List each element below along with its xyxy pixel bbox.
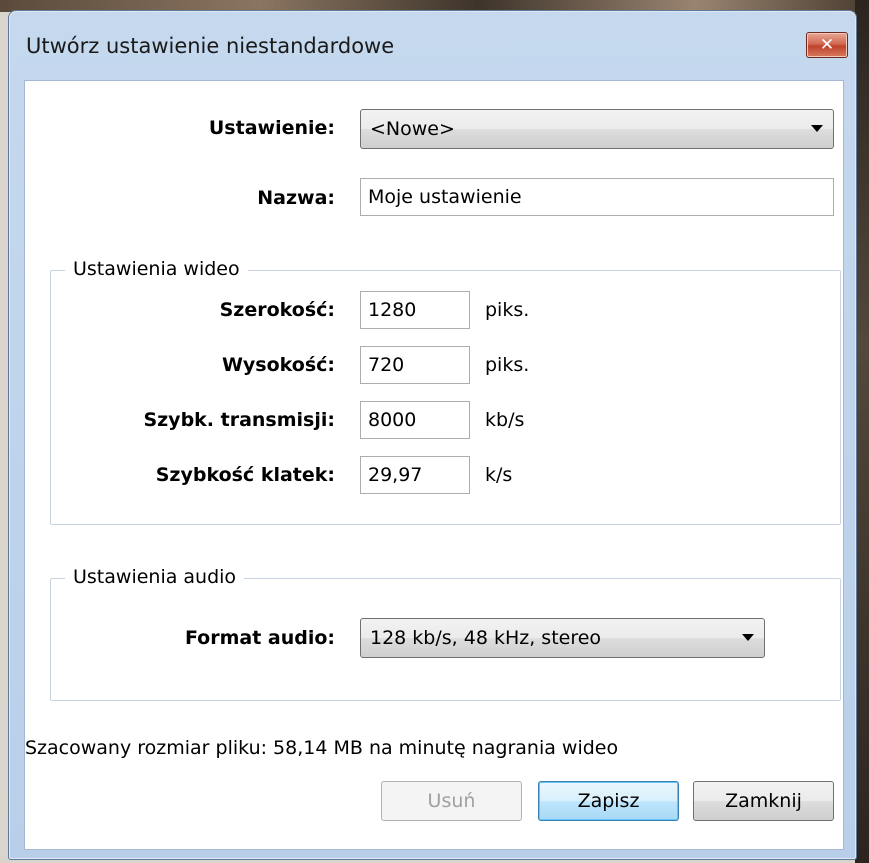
name-input[interactable]: Moje ustawienie (360, 178, 834, 216)
width-unit: piks. (485, 299, 530, 321)
name-label: Nazwa: (257, 187, 335, 209)
chevron-down-icon (742, 634, 754, 641)
delete-button[interactable]: Usuń (381, 781, 522, 821)
video-settings-title: Ustawienia wideo (65, 258, 248, 280)
height-label: Wysokość: (221, 354, 335, 376)
file-size-estimate: Szacowany rozmiar pliku: 58,14 MB na min… (25, 737, 619, 759)
framerate-label: Szybkość klatek: (155, 464, 335, 486)
close-window-button[interactable]: ✕ (806, 32, 848, 58)
close-icon: ✕ (819, 35, 835, 55)
dialog-title: Utwórz ustawienie niestandardowe (26, 34, 395, 58)
background-desktop-edge (855, 0, 869, 863)
height-input[interactable]: 720 (360, 346, 470, 384)
preset-dropdown[interactable]: <Nowe> (360, 109, 834, 149)
framerate-unit: k/s (485, 464, 513, 486)
preset-dropdown-value: <Nowe> (370, 118, 455, 140)
framerate-input[interactable]: 29,97 (360, 456, 470, 494)
audio-format-value: 128 kb/s, 48 kHz, stereo (370, 627, 602, 649)
dialog-client-area: Ustawienie: <Nowe> Nazwa: Moje ustawieni… (24, 80, 844, 850)
bitrate-unit: kb/s (485, 409, 525, 431)
save-button[interactable]: Zapisz (538, 781, 679, 821)
height-unit: piks. (485, 354, 530, 376)
close-button[interactable]: Zamknij (693, 781, 834, 821)
width-input[interactable]: 1280 (360, 291, 470, 329)
preset-label: Ustawienie: (208, 117, 335, 139)
bitrate-label: Szybk. transmisji: (143, 409, 335, 431)
bitrate-input[interactable]: 8000 (360, 401, 470, 439)
audio-settings-title: Ustawienia audio (65, 566, 245, 588)
width-label: Szerokość: (219, 299, 335, 321)
chevron-down-icon (811, 125, 823, 132)
audio-format-dropdown[interactable]: 128 kb/s, 48 kHz, stereo (360, 618, 765, 658)
audio-format-label: Format audio: (184, 627, 335, 649)
